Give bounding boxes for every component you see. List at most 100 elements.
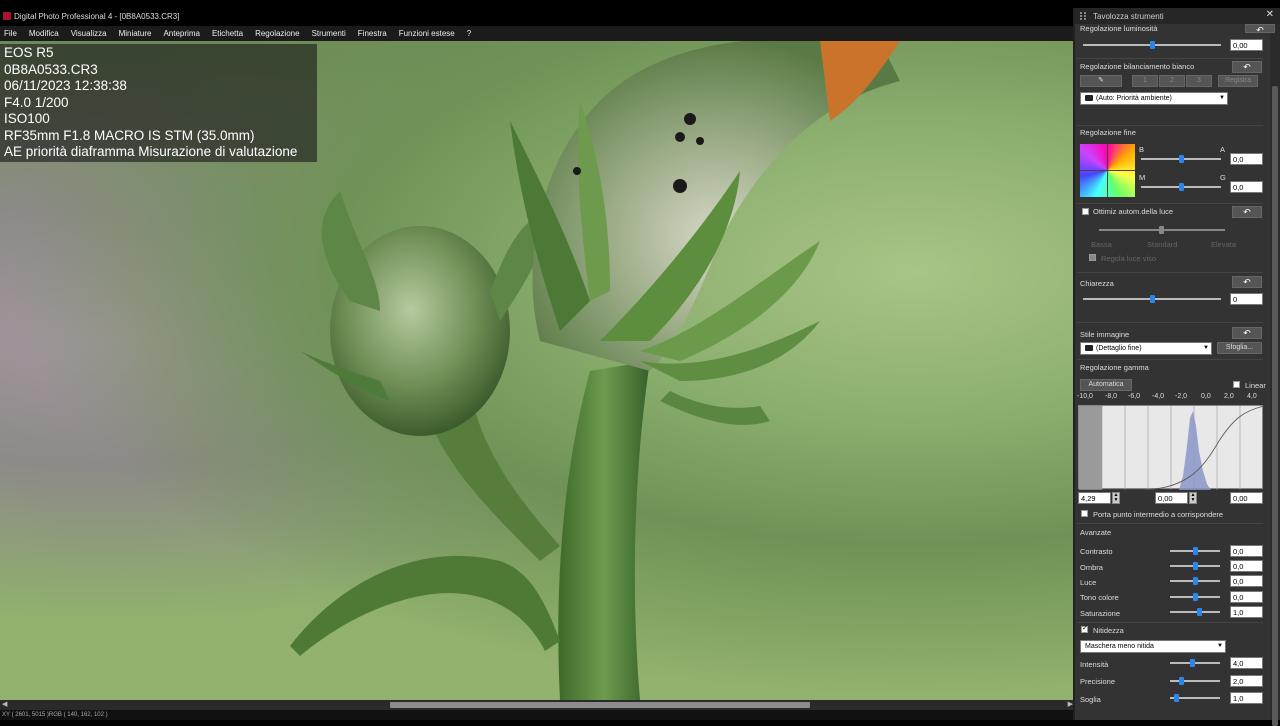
- finetune-ba-value[interactable]: 0,0: [1230, 153, 1263, 165]
- wb-preset-select[interactable]: (Auto: Priorità ambiente) ▼: [1080, 92, 1228, 105]
- alo-knob[interactable]: [1159, 226, 1164, 234]
- alo-reset-button[interactable]: ↶: [1232, 206, 1262, 218]
- color-tone-slider[interactable]: [1170, 593, 1220, 601]
- info-mode: AE priorità diaframma Misurazione di val…: [4, 144, 298, 159]
- sharpness-checkbox[interactable]: [1081, 624, 1088, 633]
- finetune-ba-slider[interactable]: [1141, 155, 1221, 163]
- contrast-value[interactable]: 0,0: [1230, 545, 1263, 557]
- threshold-knob[interactable]: [1174, 694, 1179, 702]
- shadow-value[interactable]: 0,0: [1230, 560, 1263, 572]
- eyedropper-button[interactable]: ✎: [1080, 75, 1122, 87]
- alo-low-label: Bassa: [1091, 240, 1112, 249]
- wb-custom-2-button[interactable]: 2: [1159, 75, 1185, 87]
- brightness-label: Regolazione luminosità: [1080, 24, 1158, 33]
- menu-funzioni-estese[interactable]: Funzioni estese: [399, 29, 455, 38]
- brightness-knob[interactable]: [1150, 41, 1155, 49]
- gamma-tick-1: -10,0: [1077, 393, 1093, 400]
- fineness-knob[interactable]: [1179, 677, 1184, 685]
- gamma-mid-value[interactable]: 0,00: [1155, 492, 1188, 504]
- brightness-slider[interactable]: [1083, 41, 1221, 49]
- linear-checkbox[interactable]: [1233, 381, 1240, 388]
- wb-custom-1-button[interactable]: 1: [1132, 75, 1158, 87]
- contrast-knob[interactable]: [1193, 547, 1198, 555]
- gamma-white-value[interactable]: 0,00: [1230, 492, 1263, 504]
- clarity-knob[interactable]: [1150, 295, 1155, 303]
- highlight-slider[interactable]: [1170, 577, 1220, 585]
- alo-slider[interactable]: [1099, 226, 1225, 234]
- shadow-slider[interactable]: [1170, 562, 1220, 570]
- highlight-value[interactable]: 0,0: [1230, 575, 1263, 587]
- menu-file[interactable]: File: [4, 29, 17, 38]
- saturation-slider[interactable]: [1170, 608, 1220, 616]
- saturation-value[interactable]: 1,0: [1230, 606, 1263, 618]
- menu-help[interactable]: ?: [467, 29, 471, 38]
- grip-icon[interactable]: [1080, 12, 1086, 20]
- menu-anteprima[interactable]: Anteprima: [163, 29, 199, 38]
- link-midpoint-checkbox[interactable]: [1081, 510, 1088, 517]
- wb-register-button[interactable]: Registra: [1218, 75, 1258, 87]
- gamma-black-value[interactable]: 4,29: [1078, 492, 1111, 504]
- menu-etichetta[interactable]: Etichetta: [212, 29, 243, 38]
- color-tone-knob[interactable]: [1193, 593, 1198, 601]
- color-wheel-grid[interactable]: [1080, 144, 1135, 197]
- picture-style-select[interactable]: (Dettaglio fine) ▼: [1080, 342, 1212, 355]
- fineness-value[interactable]: 2,0: [1230, 675, 1263, 687]
- color-tone-value[interactable]: 0,0: [1230, 591, 1263, 603]
- sharpness-mode-select[interactable]: Maschera meno nitida ▼: [1080, 640, 1226, 653]
- separator: [1077, 359, 1263, 360]
- eyedropper-icon: ✎: [1098, 77, 1104, 84]
- scrollbar-thumb[interactable]: [390, 702, 810, 708]
- chevron-down-icon: ▼: [1217, 643, 1223, 649]
- alo-checkbox[interactable]: [1082, 208, 1089, 215]
- browse-button[interactable]: Sfoglia...: [1217, 342, 1262, 354]
- face-light-checkbox[interactable]: [1089, 254, 1096, 261]
- brightness-reset-button[interactable]: ↶: [1245, 24, 1275, 35]
- gamma-auto-button[interactable]: Automatica: [1080, 379, 1132, 391]
- menu-finestra[interactable]: Finestra: [358, 29, 387, 38]
- intensity-knob[interactable]: [1190, 659, 1195, 667]
- saturation-knob[interactable]: [1197, 608, 1202, 616]
- panel-scrollbar-thumb[interactable]: [1272, 86, 1278, 726]
- gamma-histogram[interactable]: [1078, 405, 1265, 491]
- finetune-ba-knob[interactable]: [1179, 155, 1184, 163]
- menu-miniature[interactable]: Miniature: [119, 29, 152, 38]
- clarity-slider[interactable]: [1083, 295, 1221, 303]
- tool-palette-header[interactable]: Tavolozza strumenti ✕: [1075, 8, 1280, 24]
- gamma-label: Regolazione gamma: [1080, 363, 1149, 372]
- threshold-slider[interactable]: [1170, 694, 1220, 702]
- finetune-mg-knob[interactable]: [1179, 183, 1184, 191]
- gamma-black-spinner[interactable]: ▲ ▼: [1112, 492, 1120, 504]
- brightness-value[interactable]: 0,00: [1230, 39, 1263, 51]
- finetune-mg-slider[interactable]: [1141, 183, 1221, 191]
- gamma-tick-6: 0,0: [1201, 393, 1211, 400]
- threshold-value[interactable]: 1,0: [1230, 692, 1263, 704]
- finetune-mg-value[interactable]: 0,0: [1230, 181, 1263, 193]
- shadow-label: Ombra: [1080, 563, 1103, 572]
- close-icon[interactable]: ✕: [1266, 9, 1274, 20]
- menu-visualizza[interactable]: Visualizza: [71, 29, 107, 38]
- info-camera: EOS R5: [4, 45, 54, 60]
- shadow-knob[interactable]: [1193, 562, 1198, 570]
- contrast-slider[interactable]: [1170, 547, 1220, 555]
- menu-modifica[interactable]: Modifica: [29, 29, 59, 38]
- wb-preset-value: (Auto: Priorità ambiente): [1096, 95, 1172, 102]
- horizontal-scrollbar[interactable]: ◀ ▶: [0, 700, 1075, 710]
- alo-label: Ottimiz autom.della luce: [1093, 207, 1174, 216]
- wb-custom-3-button[interactable]: 3: [1186, 75, 1212, 87]
- clarity-value[interactable]: 0: [1230, 293, 1263, 305]
- clarity-reset-button[interactable]: ↶: [1232, 276, 1262, 288]
- scroll-left-icon[interactable]: ◀: [2, 700, 7, 710]
- picture-style-reset-button[interactable]: ↶: [1232, 327, 1262, 339]
- info-lens: RF35mm F1.8 MACRO IS STM (35.0mm): [4, 127, 255, 143]
- menu-strumenti[interactable]: Strumenti: [312, 29, 346, 38]
- wb-reset-button[interactable]: ↶: [1232, 61, 1262, 73]
- panel-scrollbar[interactable]: [1270, 24, 1280, 726]
- gamma-mid-spinner[interactable]: ▲ ▼: [1189, 492, 1197, 504]
- menu-regolazione[interactable]: Regolazione: [255, 29, 299, 38]
- window-title: Digital Photo Professional 4 - [0B8A0533…: [14, 11, 180, 21]
- fineness-slider[interactable]: [1170, 677, 1220, 685]
- finetune-m-label: M: [1139, 173, 1146, 182]
- intensity-value[interactable]: 4,0: [1230, 657, 1263, 669]
- highlight-knob[interactable]: [1193, 577, 1198, 585]
- intensity-slider[interactable]: [1170, 659, 1220, 667]
